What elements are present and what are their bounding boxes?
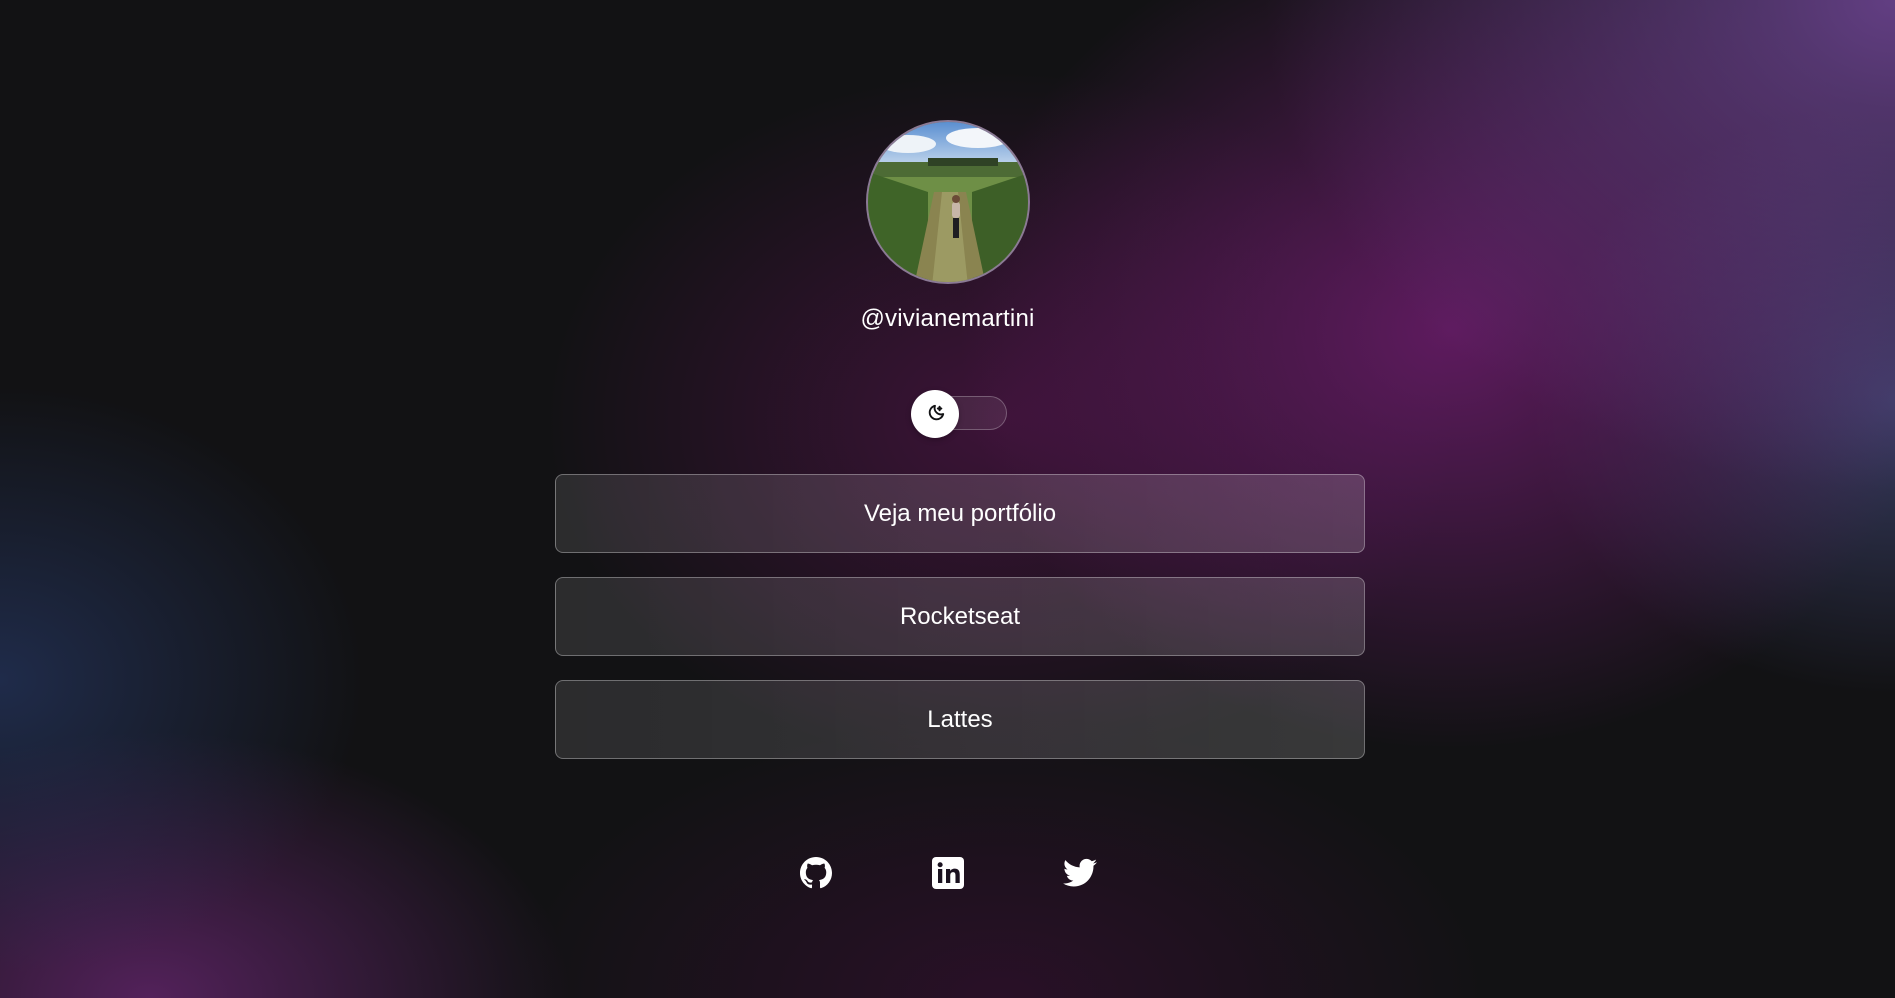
profile: @vivianemartini (0, 120, 1895, 334)
twitter-link[interactable] (1062, 856, 1097, 890)
rocketseat-link-button[interactable]: Rocketseat (555, 577, 1365, 656)
github-icon (799, 857, 832, 889)
portfolio-link-button[interactable]: Veja meu portfólio (555, 474, 1365, 553)
linkedin-link[interactable] (931, 856, 965, 890)
username: @vivianemartini (860, 305, 1035, 332)
avatar (865, 120, 1030, 284)
moon-stars-icon (928, 404, 945, 421)
twitter-icon (1062, 858, 1097, 887)
github-link[interactable] (799, 856, 833, 890)
link-list: Veja meu portfólio Rocketseat Lattes (555, 474, 1365, 783)
social-links (0, 856, 1895, 890)
avatar-photo (867, 122, 1028, 282)
lattes-link-button[interactable]: Lattes (555, 680, 1365, 759)
theme-switch-knob[interactable] (911, 390, 959, 438)
linkedin-icon (931, 857, 964, 889)
